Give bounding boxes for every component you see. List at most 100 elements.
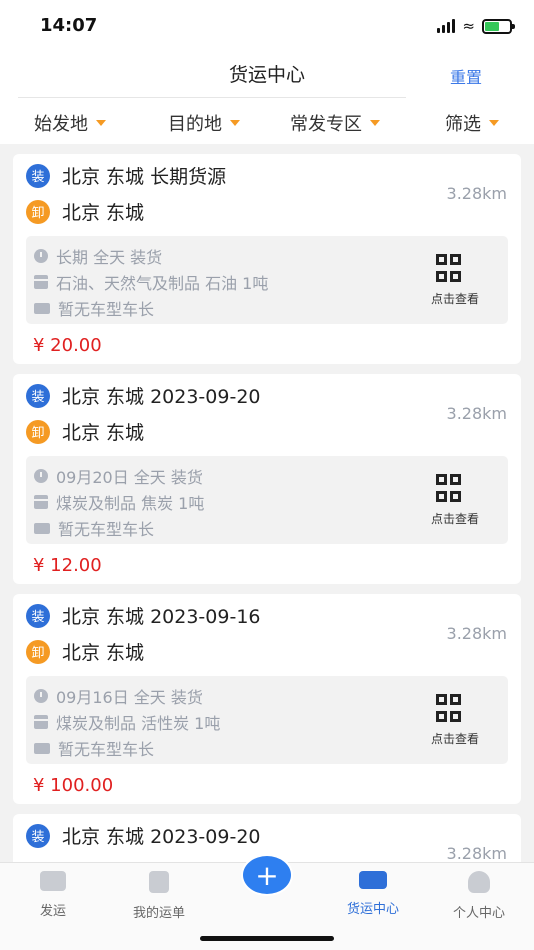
- load-badge: 装: [26, 163, 50, 188]
- reset-button[interactable]: 重置: [450, 64, 482, 88]
- unload-badge: 卸: [26, 199, 50, 224]
- tab-label: 我的运单: [132, 906, 185, 921]
- distance: 3.28km: [446, 624, 507, 643]
- tab-label: 发运: [39, 904, 66, 919]
- schedule-text: 09月16日 全天 装货: [56, 688, 203, 707]
- schedule-line: 09月16日 全天 装货: [34, 684, 203, 708]
- distance: 3.28km: [446, 184, 507, 203]
- dropdown-arrow-icon: [96, 120, 106, 126]
- cargo-line: 煤炭及制品 焦炭 1吨: [34, 490, 204, 514]
- filter-screen[interactable]: 筛选: [445, 110, 499, 136]
- origin-row: 装北京 东城 2023-09-20: [26, 822, 261, 849]
- qr-label: 点击查看: [430, 292, 479, 306]
- truck-icon: [34, 522, 50, 534]
- tab-my-waybill[interactable]: 我的运单: [114, 871, 204, 921]
- schedule-line: 09月20日 全天 装货: [34, 464, 203, 488]
- truck-icon: [34, 302, 50, 314]
- schedule-text: 09月20日 全天 装货: [56, 468, 203, 487]
- filter-label: 常发专区: [290, 114, 362, 135]
- origin-text: 北京 东城 2023-09-20: [62, 826, 261, 848]
- filter-destination[interactable]: 目的地: [168, 110, 240, 136]
- filter-label: 筛选: [445, 114, 481, 135]
- cargo-line: 石油、天然气及制品 石油 1吨: [34, 270, 268, 294]
- qr-code-icon: [436, 474, 474, 504]
- price: ¥ 20.00: [33, 335, 102, 356]
- dropdown-arrow-icon: [489, 120, 499, 126]
- destination-text: 北京 东城: [62, 422, 145, 444]
- plus-icon: +: [255, 858, 279, 892]
- clock-icon: [34, 469, 48, 483]
- origin-text: 北京 东城 2023-09-20: [62, 386, 261, 408]
- status-bar: 14:07 ≈: [0, 0, 534, 50]
- tab-label: 货运中心: [346, 902, 399, 917]
- status-icons: ≈: [437, 17, 515, 35]
- add-button[interactable]: +: [241, 854, 293, 896]
- clock-icon: [34, 689, 48, 703]
- price: ¥ 12.00: [33, 555, 102, 576]
- tab-freight-center[interactable]: 货运中心: [328, 871, 418, 917]
- cargo-text: 煤炭及制品 活性炭 1吨: [56, 714, 221, 733]
- cargo-card[interactable]: 装北京 东城 2023-09-20 卸北京 东城 3.28km 09月20日 全…: [13, 374, 521, 584]
- qr-button[interactable]: 点击查看: [422, 474, 488, 527]
- signal-icon: [437, 19, 456, 33]
- info-box: 09月20日 全天 装货 煤炭及制品 焦炭 1吨 暂无车型车长 点击查看: [26, 456, 508, 544]
- filter-label: 始发地: [34, 114, 88, 135]
- qr-button[interactable]: 点击查看: [422, 694, 488, 747]
- unload-badge: 卸: [26, 419, 50, 444]
- qr-code-icon: [436, 254, 474, 284]
- schedule-line: 长期 全天 装货: [34, 244, 162, 268]
- info-box: 09月16日 全天 装货 煤炭及制品 活性炭 1吨 暂无车型车长 点击查看: [26, 676, 508, 764]
- battery-icon: [482, 18, 515, 34]
- filter-frequent-zone[interactable]: 常发专区: [290, 110, 380, 136]
- vehicle-line: 暂无车型车长: [34, 736, 154, 760]
- schedule-text: 长期 全天 装货: [56, 248, 163, 267]
- qr-code-icon: [436, 694, 474, 724]
- vehicle-line: 暂无车型车长: [34, 296, 154, 320]
- home-indicator: [200, 936, 334, 941]
- vehicle-text: 暂无车型车长: [58, 740, 155, 759]
- vehicle-text: 暂无车型车长: [58, 300, 155, 319]
- cargo-card[interactable]: 装北京 东城 2023-09-16 卸北京 东城 3.28km 09月16日 全…: [13, 594, 521, 804]
- wifi-icon: ≈: [462, 17, 475, 35]
- qr-label: 点击查看: [430, 512, 479, 526]
- cargo-line: 煤炭及制品 活性炭 1吨: [34, 710, 220, 734]
- distance: 3.28km: [446, 844, 507, 862]
- qr-button[interactable]: 点击查看: [422, 254, 488, 307]
- load-badge: 装: [26, 383, 50, 408]
- filter-label: 目的地: [168, 114, 222, 135]
- distance: 3.28km: [446, 404, 507, 423]
- origin-row: 装北京 东城 长期货源: [26, 162, 226, 189]
- tab-label: 个人中心: [452, 906, 505, 921]
- tab-ship[interactable]: 发运: [8, 871, 98, 919]
- destination-text: 北京 东城: [62, 642, 145, 664]
- destination-row: 卸北京 东城: [26, 638, 144, 665]
- destination-row: 卸北京 东城: [26, 198, 144, 225]
- vehicle-text: 暂无车型车长: [58, 520, 155, 539]
- price: ¥ 100.00: [33, 775, 114, 796]
- dropdown-arrow-icon: [370, 120, 380, 126]
- ship-icon: [40, 871, 66, 891]
- info-box: 长期 全天 装货 石油、天然气及制品 石油 1吨 暂无车型车长 点击查看: [26, 236, 508, 324]
- origin-row: 装北京 东城 2023-09-20: [26, 382, 261, 409]
- box-icon: [34, 715, 48, 729]
- filter-origin[interactable]: 始发地: [34, 110, 106, 136]
- dropdown-arrow-icon: [230, 120, 240, 126]
- box-icon: [34, 495, 48, 509]
- load-badge: 装: [26, 603, 50, 628]
- box-icon: [34, 275, 48, 289]
- truck-icon: [34, 742, 50, 754]
- origin-row: 装北京 东城 2023-09-16: [26, 602, 261, 629]
- tab-personal-center[interactable]: 个人中心: [434, 871, 524, 921]
- cargo-text: 煤炭及制品 焦炭 1吨: [56, 494, 205, 513]
- destination-text: 北京 东城: [62, 202, 145, 224]
- status-time: 14:07: [40, 15, 98, 36]
- cargo-card[interactable]: 装北京 东城 长期货源 卸北京 东城 3.28km 长期 全天 装货 石油、天然…: [13, 154, 521, 364]
- unload-badge: 卸: [26, 639, 50, 664]
- destination-row: 卸北京 东城: [26, 418, 144, 445]
- cargo-text: 石油、天然气及制品 石油 1吨: [56, 274, 269, 293]
- origin-text: 北京 东城 2023-09-16: [62, 606, 261, 628]
- truck-icon: [359, 871, 387, 889]
- filter-bar: 始发地 目的地 常发专区 筛选: [0, 98, 534, 144]
- qr-label: 点击查看: [430, 732, 479, 746]
- waybill-icon: [149, 871, 169, 893]
